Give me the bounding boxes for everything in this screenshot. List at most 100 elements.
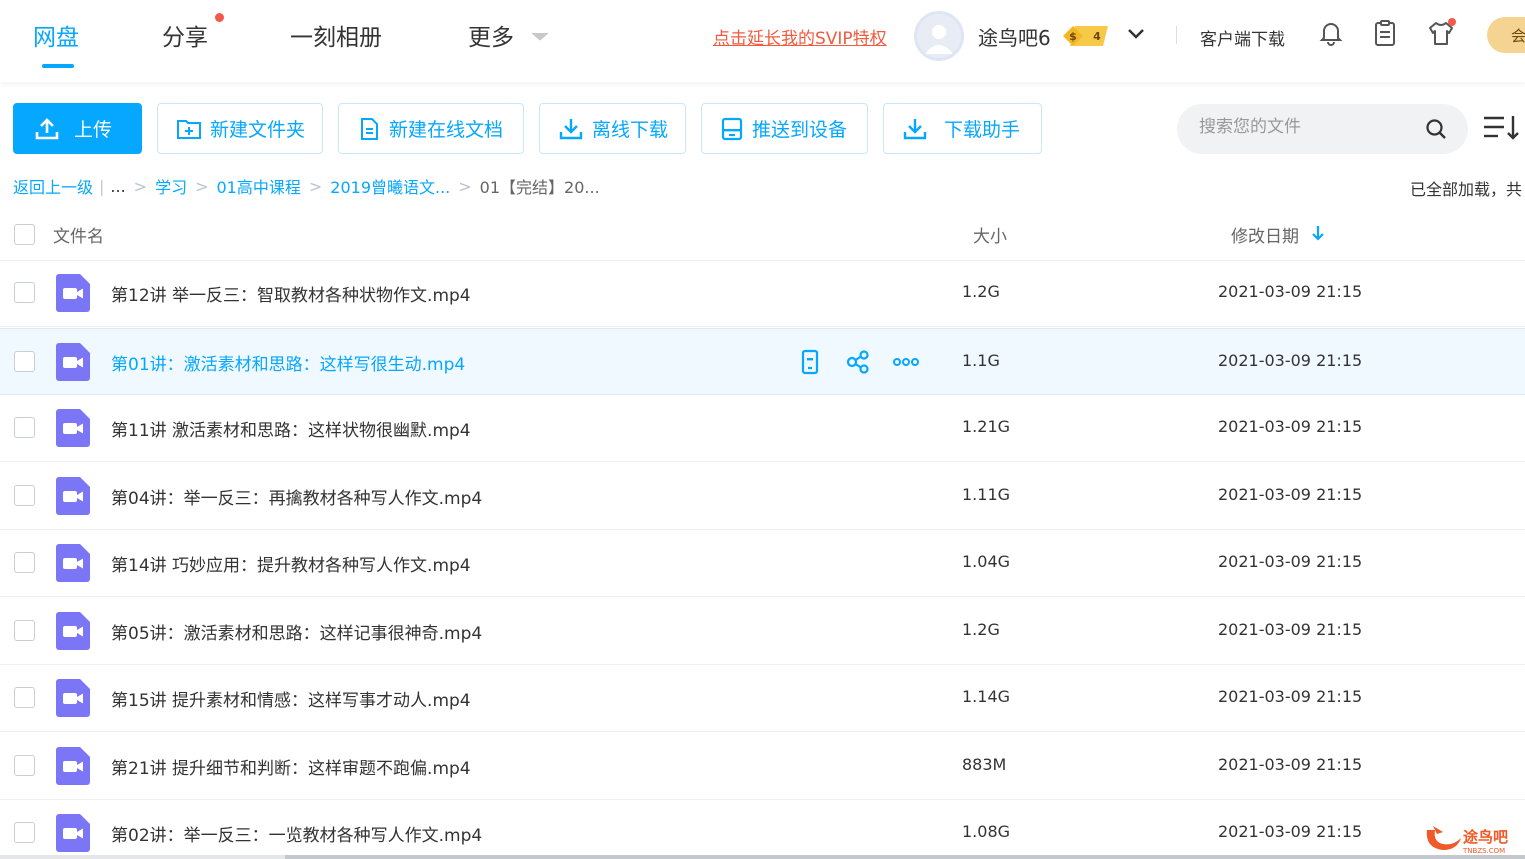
chevron-down-icon[interactable] bbox=[531, 32, 549, 42]
breadcrumb-separator: > bbox=[133, 176, 148, 196]
share-icon[interactable] bbox=[845, 349, 871, 375]
file-size: 1.2G bbox=[962, 282, 1000, 301]
file-name[interactable]: 第02讲：举一反三：一览教材各种写人作文.mp4 bbox=[111, 821, 482, 846]
bell-icon[interactable] bbox=[1316, 18, 1346, 48]
file-row[interactable]: 第02讲：举一反三：一览教材各种写人作文.mp4 1.08G 2021-03-09 … bbox=[0, 800, 1525, 859]
new-folder-icon bbox=[177, 119, 201, 139]
push-device-icon[interactable] bbox=[797, 349, 823, 375]
vip-center-button[interactable]: 会 bbox=[1487, 17, 1525, 53]
push-to-device-label: 推送到设备 bbox=[752, 119, 848, 141]
video-file-icon bbox=[56, 544, 90, 582]
skin-notification-dot bbox=[1448, 18, 1456, 26]
file-name[interactable]: 第14讲 巧妙应用：提升教材各种写人作文.mp4 bbox=[111, 551, 471, 576]
file-row[interactable]: 第21讲 提升细节和判断：这样审题不跑偏.mp4 883M 2021-03-09 2… bbox=[0, 733, 1525, 800]
download-helper-label: 下载助手 bbox=[944, 119, 1021, 141]
file-row[interactable]: 第05讲：激活素材和思路：这样记事很神奇.mp4 1.2G 2021-03-09 2… bbox=[0, 598, 1525, 665]
svip-extend-link[interactable]: 点击延长我的SVIP特权 bbox=[713, 24, 887, 49]
file-row[interactable]: 第01讲：激活素材和思路：这样写很生动.mp4 1.1G 2021-03-09 21… bbox=[0, 327, 1525, 395]
share-notification-dot bbox=[215, 13, 224, 22]
user-menu-chevron-icon[interactable] bbox=[1127, 27, 1145, 41]
watermark-text: 途鸟吧 bbox=[1463, 828, 1508, 846]
document-icon bbox=[361, 117, 378, 140]
file-row[interactable]: 第04讲：举一反三：再擒教材各种写人作文.mp4 1.11G 2021-03-09 … bbox=[0, 463, 1525, 530]
file-name[interactable]: 第05讲：激活素材和思路：这样记事很神奇.mp4 bbox=[111, 619, 482, 644]
file-name[interactable]: 第21讲 提升细节和判断：这样审题不跑偏.mp4 bbox=[111, 754, 471, 779]
horizontal-scrollbar-thumb[interactable] bbox=[285, 855, 1525, 859]
breadcrumb-separator: > bbox=[195, 176, 209, 196]
file-size: 1.1G bbox=[962, 350, 1000, 370]
file-name[interactable]: 第12讲 举一反三：智取教材各种状物作文.mp4 bbox=[111, 281, 471, 306]
new-online-doc-button[interactable]: 新建在线文档 bbox=[338, 103, 524, 154]
tab-more[interactable]: 更多 bbox=[468, 18, 514, 52]
sort-list-icon[interactable] bbox=[1482, 113, 1522, 143]
file-size: 1.08G bbox=[962, 822, 1011, 841]
file-row[interactable]: 第12讲 举一反三：智取教材各种状物作文.mp4 1.2G 2021-03-09 2… bbox=[0, 260, 1525, 327]
download-helper-button[interactable]: 下载助手 bbox=[883, 103, 1042, 154]
search-input[interactable] bbox=[1199, 117, 1419, 137]
row-checkbox[interactable] bbox=[14, 754, 35, 776]
upload-button[interactable]: 上传 bbox=[13, 103, 142, 154]
tab-moment-album[interactable]: 一刻相册 bbox=[290, 18, 382, 52]
tab-share[interactable]: 分享 bbox=[162, 18, 208, 52]
sort-desc-arrow-icon[interactable] bbox=[1311, 225, 1325, 241]
row-checkbox[interactable] bbox=[14, 282, 35, 303]
select-all-checkbox[interactable] bbox=[14, 224, 35, 245]
video-file-icon bbox=[56, 274, 90, 312]
breadcrumb-ellipsis[interactable]: ... bbox=[110, 177, 125, 196]
avatar[interactable] bbox=[914, 11, 964, 61]
more-options-icon[interactable] bbox=[892, 349, 920, 375]
row-checkbox[interactable] bbox=[14, 484, 35, 506]
client-download-link[interactable]: 客户端下载 bbox=[1200, 25, 1285, 50]
clipboard-icon[interactable] bbox=[1370, 18, 1400, 48]
row-checkbox[interactable] bbox=[14, 687, 35, 708]
column-header-size[interactable]: 大小 bbox=[973, 222, 1007, 247]
breadcrumb-item[interactable]: 01高中课程 bbox=[217, 174, 301, 198]
file-name[interactable]: 第11讲 激活素材和思路：这样状物很幽默.mp4 bbox=[111, 416, 471, 441]
row-checkbox[interactable] bbox=[14, 350, 35, 372]
row-checkbox[interactable] bbox=[14, 552, 35, 573]
row-checkbox[interactable] bbox=[14, 822, 35, 843]
new-online-doc-label: 新建在线文档 bbox=[389, 119, 504, 141]
search-icon[interactable] bbox=[1425, 118, 1447, 140]
file-size: 1.04G bbox=[962, 552, 1011, 571]
file-size: 1.14G bbox=[962, 687, 1011, 706]
file-name[interactable]: 第04讲：举一反三：再擒教材各种写人作文.mp4 bbox=[111, 484, 482, 509]
file-size: 1.2G bbox=[962, 619, 1000, 639]
file-row[interactable]: 第14讲 巧妙应用：提升教材各种写人作文.mp4 1.04G 2021-03-09 … bbox=[0, 530, 1525, 597]
file-name[interactable]: 第01讲：激活素材和思路：这样写很生动.mp4 bbox=[111, 350, 465, 375]
file-name[interactable]: 第15讲 提升素材和情感：这样写事才动人.mp4 bbox=[111, 686, 471, 711]
user-avatar-icon bbox=[925, 25, 953, 54]
file-size: 1.11G bbox=[962, 484, 1011, 504]
back-link[interactable]: 返回上一级 bbox=[13, 174, 93, 198]
video-file-icon bbox=[56, 746, 90, 785]
row-checkbox[interactable] bbox=[14, 619, 35, 641]
device-icon bbox=[721, 117, 743, 140]
file-modified-date: 2021-03-09 21:15 bbox=[1218, 619, 1363, 639]
file-modified-date: 2021-03-09 21:15 bbox=[1218, 687, 1363, 706]
file-row[interactable]: 第15讲 提升素材和情感：这样写事才动人.mp4 1.14G 2021-03-09 … bbox=[0, 665, 1525, 732]
tab-netdisk[interactable]: 网盘 bbox=[33, 18, 79, 52]
file-row[interactable]: 第11讲 激活素材和思路：这样状物很幽默.mp4 1.21G 2021-03-09 … bbox=[0, 395, 1525, 462]
offline-download-button[interactable]: 离线下载 bbox=[539, 103, 686, 154]
loaded-status-text: 已全部加载，共 bbox=[1410, 180, 1523, 199]
column-header-date[interactable]: 修改日期 bbox=[1231, 222, 1299, 247]
username[interactable]: 途鸟吧6 bbox=[978, 22, 1051, 51]
download-icon bbox=[559, 118, 583, 139]
divider bbox=[1176, 26, 1177, 44]
file-modified-date: 2021-03-09 21:15 bbox=[1218, 350, 1363, 370]
download-helper-icon bbox=[903, 118, 927, 139]
site-watermark-logo: 途鸟吧 TNBZS.COM bbox=[1426, 826, 1508, 855]
push-to-device-button[interactable]: 推送到设备 bbox=[701, 103, 868, 154]
breadcrumb-separator: > bbox=[458, 176, 472, 196]
breadcrumb-item[interactable]: 2019曾曦语文... bbox=[330, 174, 450, 198]
svip-level-badge: $ 4 bbox=[1063, 26, 1108, 46]
breadcrumb-item[interactable]: 学习 bbox=[155, 174, 187, 198]
file-modified-date: 2021-03-09 21:15 bbox=[1218, 282, 1363, 301]
top-navigation: 网盘 分享 一刻相册 更多 点击延长我的SVIP特权 途鸟吧6 $ 4 客户端下… bbox=[0, 0, 1525, 82]
video-file-icon bbox=[56, 342, 90, 381]
column-header-name[interactable]: 文件名 bbox=[53, 222, 104, 247]
new-folder-button[interactable]: 新建文件夹 bbox=[157, 103, 323, 154]
row-checkbox[interactable] bbox=[14, 417, 35, 438]
breadcrumb: 返回上一级 | ... > 学习 > 01高中课程 > 2019曾曦语文... … bbox=[13, 174, 600, 198]
video-file-icon bbox=[56, 611, 90, 650]
